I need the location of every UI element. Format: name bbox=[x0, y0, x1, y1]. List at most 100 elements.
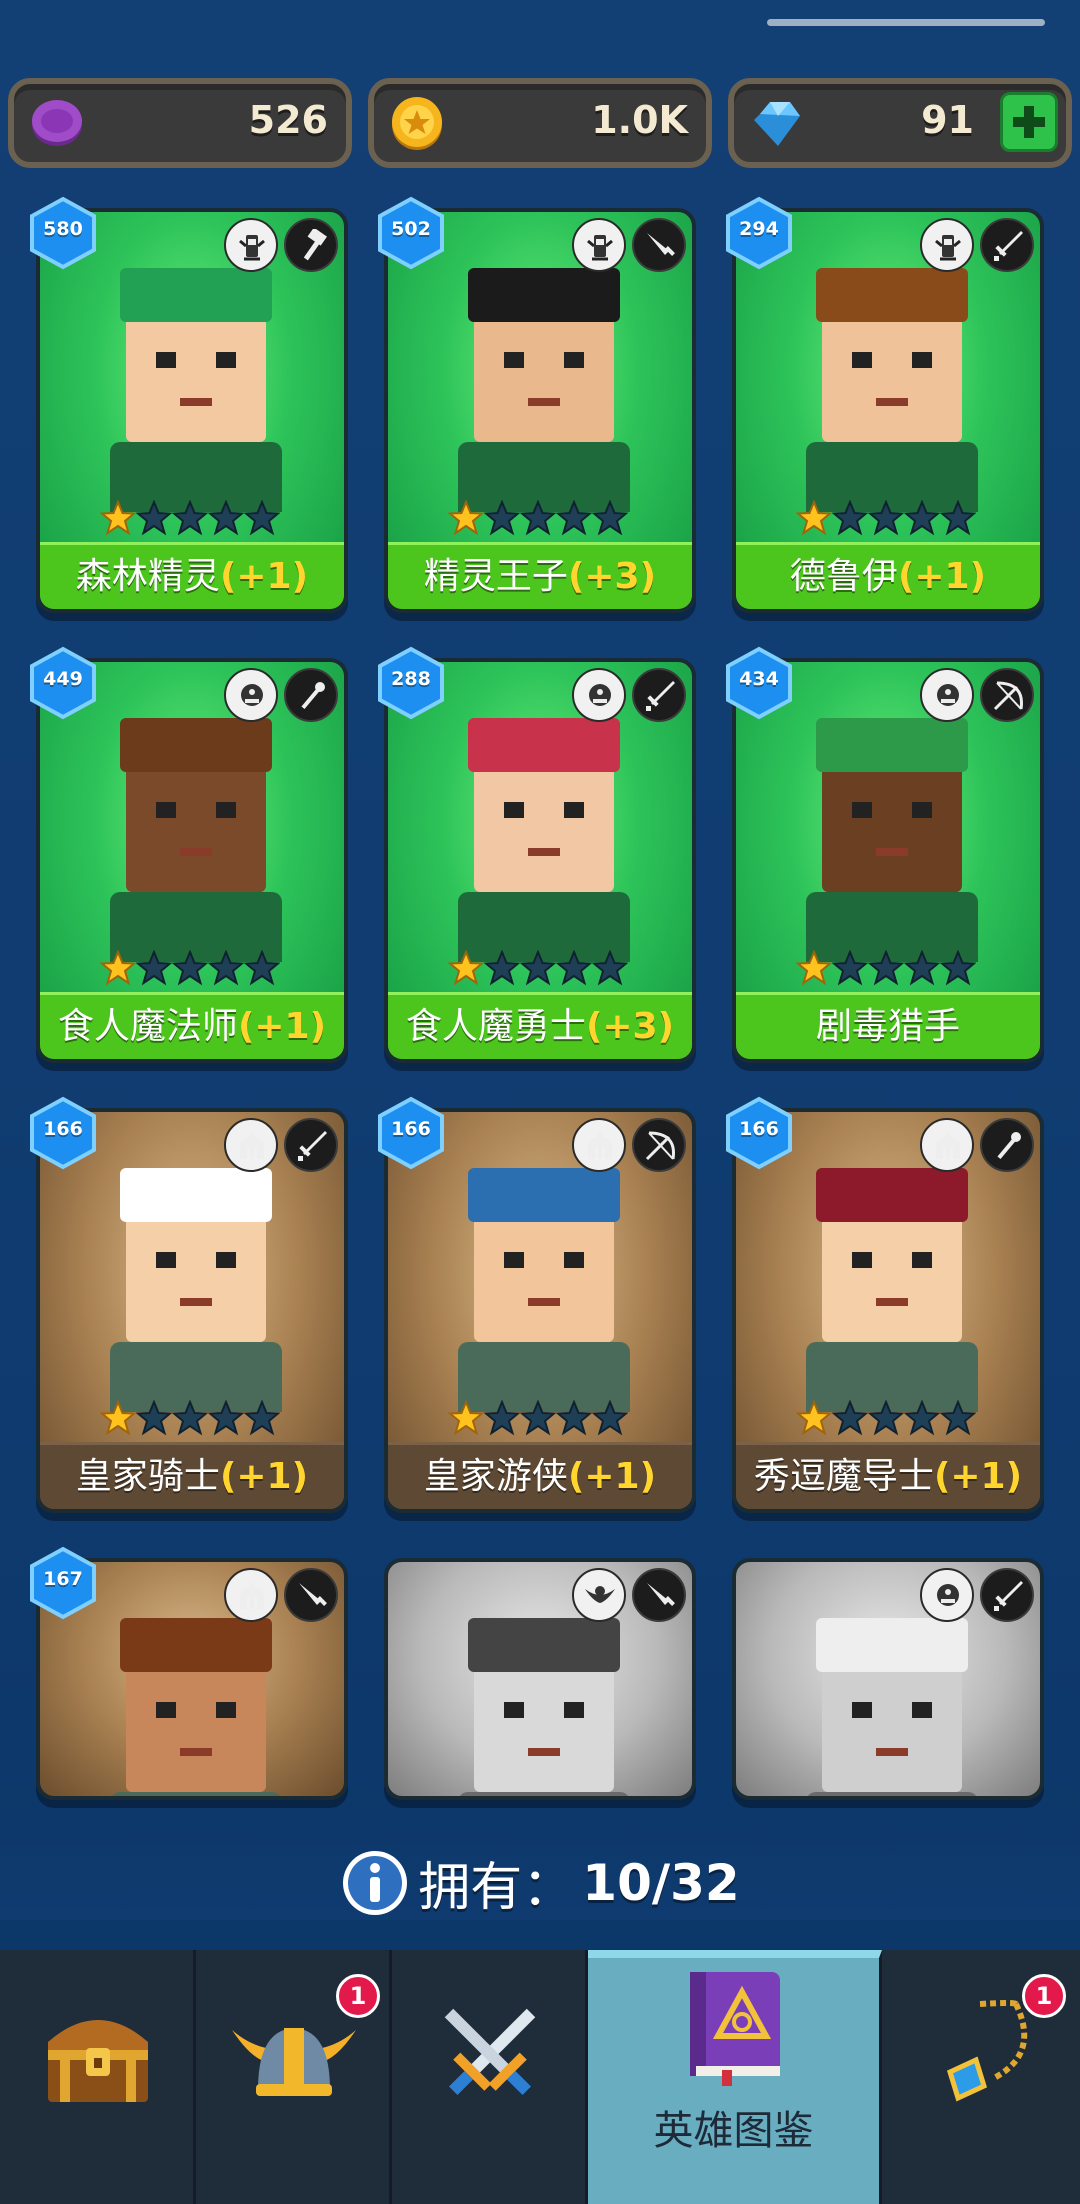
hammer-icon bbox=[284, 218, 338, 272]
hero-name-bar: 剧毒猎手 bbox=[736, 992, 1040, 1059]
staff-icon bbox=[284, 668, 338, 722]
plus-icon bbox=[1013, 106, 1045, 138]
hero-level: 294 bbox=[739, 218, 779, 240]
hero-stars bbox=[100, 950, 280, 986]
gold-value: 1.0K bbox=[591, 98, 688, 142]
dagger-icon bbox=[284, 1568, 338, 1622]
hero-level: 502 bbox=[391, 218, 431, 240]
top-handle bbox=[767, 19, 1045, 26]
hero-bonus: (+1) bbox=[897, 556, 987, 597]
hero-name: 剧毒猎手 bbox=[815, 1006, 960, 1047]
owned-label: 拥有： bbox=[418, 1858, 575, 1918]
hero-name: 森林精灵 bbox=[75, 556, 220, 597]
spellbook-icon bbox=[690, 1972, 780, 2086]
hero-stars bbox=[796, 500, 976, 536]
hero-role-icons bbox=[224, 218, 338, 272]
bow-icon bbox=[632, 1118, 686, 1172]
tab-battle[interactable] bbox=[392, 1950, 588, 2204]
hero-card[interactable] bbox=[384, 1558, 696, 1800]
hero-bonus: (+1) bbox=[219, 1456, 309, 1497]
elixir-value: 526 bbox=[248, 98, 328, 142]
hero-role-icons bbox=[920, 1568, 1034, 1622]
tab-equipment[interactable]: 1 bbox=[882, 1950, 1080, 2204]
sword-icon bbox=[632, 668, 686, 722]
hero-level-badge: 166 bbox=[26, 1096, 100, 1170]
hero-name-bar: 秀逗魔导士(+1) bbox=[736, 1442, 1040, 1509]
ogre-race-icon bbox=[920, 1568, 974, 1622]
hero-name-bar: 食人魔法师(+1) bbox=[40, 992, 344, 1059]
hero-level: 167 bbox=[43, 1568, 83, 1590]
helmet-race-icon bbox=[920, 1118, 974, 1172]
gem-value: 91 bbox=[921, 98, 974, 142]
hero-name: 食人魔勇士 bbox=[405, 1006, 586, 1047]
dagger-icon bbox=[632, 1568, 686, 1622]
hero-level-badge: 166 bbox=[374, 1096, 448, 1170]
hero-stars bbox=[448, 950, 628, 986]
helmet-race-icon bbox=[224, 1118, 278, 1172]
dagger-icon bbox=[632, 218, 686, 272]
hero-stars bbox=[796, 1400, 976, 1436]
bow-icon bbox=[980, 668, 1034, 722]
gold-counter: 1.0K bbox=[368, 78, 712, 168]
helmet-race-icon bbox=[572, 1118, 626, 1172]
amulet-icon bbox=[946, 2000, 1028, 2102]
ogre-race-icon bbox=[224, 668, 278, 722]
tab-heroes[interactable]: 1 bbox=[196, 1950, 392, 2204]
elixir-counter: 526 bbox=[8, 78, 352, 168]
hero-level: 166 bbox=[739, 1118, 779, 1140]
heroes-notification-badge: 1 bbox=[336, 1974, 380, 2018]
hero-level: 288 bbox=[391, 668, 431, 690]
owned-count: 10/32 bbox=[582, 1853, 740, 1912]
hero-card[interactable] bbox=[732, 1558, 1044, 1800]
hero-name: 德鲁伊 bbox=[789, 556, 898, 597]
hero-name-bar: 食人魔勇士(+3) bbox=[388, 992, 692, 1059]
hero-level: 580 bbox=[43, 218, 83, 240]
hero-role-icons bbox=[572, 1118, 686, 1172]
staff-icon bbox=[980, 1118, 1034, 1172]
hero-level-badge: 502 bbox=[374, 196, 448, 270]
tab-codex-label: 英雄图鉴 bbox=[653, 2108, 814, 2154]
hero-bonus: (+1) bbox=[237, 1006, 327, 1047]
sword-icon bbox=[980, 218, 1034, 272]
hero-name: 秀逗魔导士 bbox=[753, 1456, 934, 1497]
hero-level-badge: 294 bbox=[722, 196, 796, 270]
hero-stars bbox=[448, 500, 628, 536]
hero-level-badge: 167 bbox=[26, 1546, 100, 1620]
hero-level: 449 bbox=[43, 668, 83, 690]
hero-bonus: (+1) bbox=[567, 1456, 657, 1497]
hero-bonus: (+1) bbox=[219, 556, 309, 597]
hero-name-bar: 皇家游侠(+1) bbox=[388, 1442, 692, 1509]
blue-gem-icon bbox=[754, 102, 800, 146]
hero-bonus: (+3) bbox=[585, 1006, 675, 1047]
treasure-chest-icon bbox=[48, 2020, 148, 2102]
hero-level: 166 bbox=[391, 1118, 431, 1140]
hero-role-icons bbox=[572, 1568, 686, 1622]
add-gems-button[interactable] bbox=[1000, 92, 1058, 152]
crossed-swords-icon bbox=[444, 2008, 536, 2096]
hero-name: 精灵王子 bbox=[423, 556, 568, 597]
tab-chest[interactable] bbox=[0, 1950, 196, 2204]
gold-coin-icon bbox=[392, 97, 442, 150]
helmet-race-icon bbox=[224, 1568, 278, 1622]
hero-role-icons bbox=[920, 668, 1034, 722]
hero-role-icons bbox=[572, 668, 686, 722]
hero-bonus: (+1) bbox=[933, 1456, 1023, 1497]
tab-codex[interactable]: 英雄图鉴 bbox=[588, 1950, 882, 2204]
viking-helmet-icon bbox=[232, 2028, 356, 2096]
hero-role-icons bbox=[224, 668, 338, 722]
ogre-race-icon bbox=[920, 668, 974, 722]
hero-role-icons bbox=[920, 218, 1034, 272]
hero-stars bbox=[100, 500, 280, 536]
hero-level: 434 bbox=[739, 668, 779, 690]
owned-counter: 拥有： 10/32 bbox=[0, 1845, 1080, 1935]
hero-stars bbox=[100, 1400, 280, 1436]
hero-stars bbox=[796, 950, 976, 986]
info-icon[interactable] bbox=[340, 1848, 410, 1918]
hero-name-bar: 森林精灵(+1) bbox=[40, 542, 344, 609]
hero-stars bbox=[448, 1400, 628, 1436]
hero-level-badge: 288 bbox=[374, 646, 448, 720]
hero-name: 食人魔法师 bbox=[57, 1006, 238, 1047]
elf-race-icon bbox=[920, 218, 974, 272]
hero-level: 166 bbox=[43, 1118, 83, 1140]
ogre-race-icon bbox=[572, 668, 626, 722]
